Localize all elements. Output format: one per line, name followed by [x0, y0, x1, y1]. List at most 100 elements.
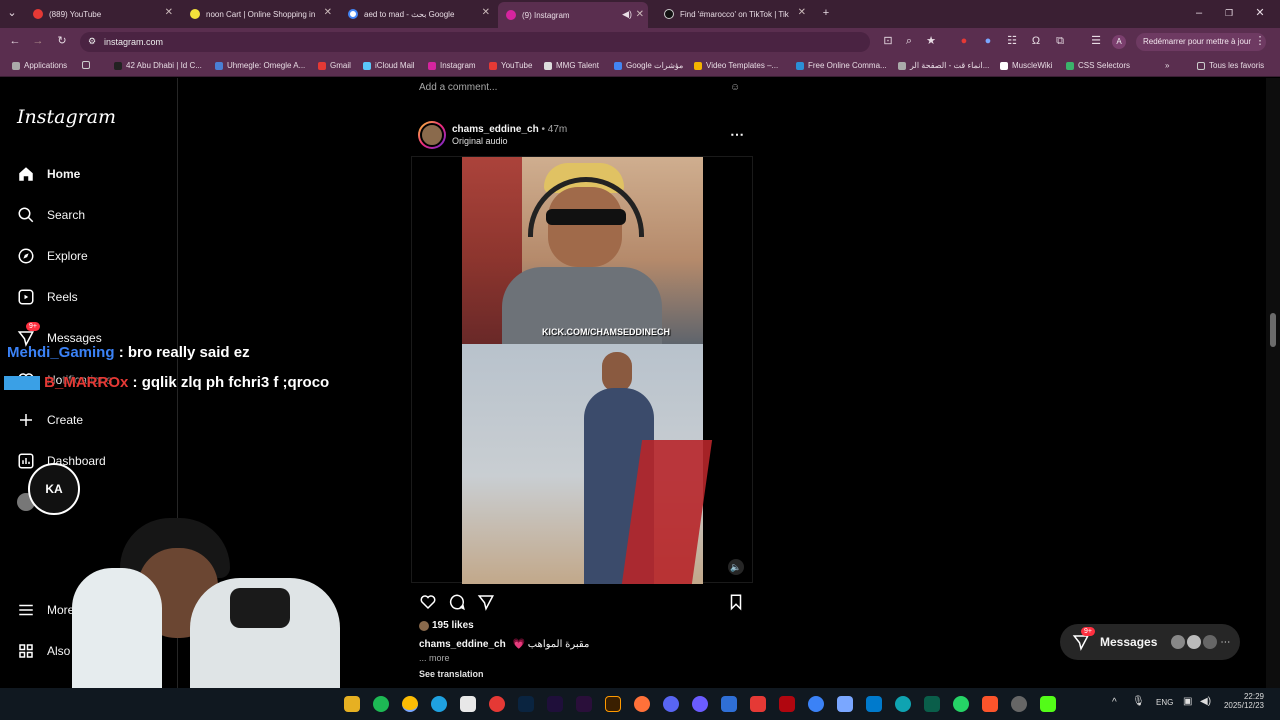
- scrollbar-thumb[interactable]: [1270, 313, 1276, 347]
- discord-icon[interactable]: [663, 696, 679, 712]
- close-icon[interactable]: ✕: [324, 7, 332, 18]
- nav-search[interactable]: Search: [17, 206, 85, 224]
- bookmark-icloud[interactable]: iCloud Mail: [363, 61, 415, 70]
- all-bookmarks[interactable]: Tous les favoris: [1197, 61, 1264, 70]
- netflix-icon[interactable]: [779, 696, 795, 712]
- kick-icon[interactable]: [1040, 696, 1056, 712]
- premiere-icon[interactable]: [576, 696, 592, 712]
- app-icon[interactable]: [1011, 696, 1027, 712]
- tray-chevron-icon[interactable]: ^: [1112, 697, 1117, 708]
- bookmark-instagram[interactable]: Instagram: [428, 61, 476, 70]
- reload-icon[interactable]: ↻: [56, 35, 68, 47]
- microphone-icon[interactable]: 🎙: [1132, 696, 1145, 707]
- address-bar[interactable]: ⚙ instagram.com: [80, 32, 870, 52]
- opera-icon[interactable]: [489, 696, 505, 712]
- emoji-icon[interactable]: ☺: [730, 82, 740, 93]
- bookmarks-overflow-icon[interactable]: »: [1165, 61, 1169, 70]
- bookmark-google-trends[interactable]: Google مؤشرات: [614, 61, 683, 70]
- app-icon[interactable]: [460, 696, 476, 712]
- after-effects-icon[interactable]: [547, 696, 563, 712]
- bookmark-musclewiki[interactable]: MuscleWiki: [1000, 61, 1052, 70]
- nav-reels[interactable]: Reels: [17, 288, 78, 306]
- bookmark-mmg-talent[interactable]: MMG Talent: [544, 61, 599, 70]
- browser-menu-icon[interactable]: ⋮: [1254, 35, 1266, 47]
- extension-record-icon[interactable]: ●: [958, 35, 970, 47]
- minimize-icon[interactable]: –: [1193, 7, 1205, 19]
- post-audio[interactable]: Original audio: [452, 136, 508, 146]
- bookmark-grid-icon[interactable]: [82, 61, 94, 69]
- post-username[interactable]: chams_eddine_ch: [452, 124, 539, 135]
- vscode-icon[interactable]: [866, 696, 882, 712]
- tab-search-icon[interactable]: ☰: [1090, 35, 1102, 47]
- extension-icon[interactable]: ☷: [1006, 35, 1018, 47]
- tab-google[interactable]: aed to mad - بحث Google ✕: [348, 4, 490, 24]
- network-icon[interactable]: ▣: [1183, 696, 1192, 707]
- back-icon[interactable]: ←: [9, 35, 21, 47]
- install-icon[interactable]: ⊡: [882, 35, 894, 47]
- volume-icon[interactable]: ◀): [1200, 696, 1211, 707]
- bookmark-arabic-page[interactable]: انماء قت - الصفحة الر...: [898, 61, 989, 70]
- clock[interactable]: 22:29 2025/12/23: [1222, 692, 1264, 710]
- extension-icon[interactable]: Ω: [1030, 35, 1042, 47]
- close-icon[interactable]: ✕: [482, 7, 490, 18]
- close-icon[interactable]: ✕: [165, 7, 173, 18]
- see-translation-link[interactable]: See translation: [419, 669, 484, 679]
- tab-tiktok[interactable]: Find '#marocco' on TikTok | Tik ✕: [664, 4, 806, 24]
- post-author-avatar[interactable]: [418, 121, 446, 149]
- mute-icon[interactable]: 🔈: [728, 559, 744, 575]
- extension-icon[interactable]: ●: [982, 35, 994, 47]
- share-icon[interactable]: [477, 593, 495, 616]
- app-icon[interactable]: [692, 696, 708, 712]
- site-info-icon[interactable]: ⚙: [88, 36, 96, 47]
- chrome-icon[interactable]: [402, 696, 418, 712]
- window-close-icon[interactable]: ✕: [1254, 7, 1266, 19]
- bookmark-42-abu-dhabi[interactable]: 42 Abu Dhabi | Id C...: [114, 61, 202, 70]
- forward-icon[interactable]: →: [32, 35, 44, 47]
- nav-explore[interactable]: Explore: [17, 247, 88, 265]
- bookmark-video-templates[interactable]: Video Templates –...: [694, 61, 778, 70]
- app-icon[interactable]: [895, 696, 911, 712]
- file-explorer-icon[interactable]: [344, 696, 360, 712]
- caption-more-link[interactable]: ... more: [419, 653, 450, 663]
- profile-avatar[interactable]: A: [1112, 35, 1126, 49]
- save-icon[interactable]: [727, 593, 745, 616]
- app-icon[interactable]: [721, 696, 737, 712]
- edge-icon[interactable]: [431, 696, 447, 712]
- post-options-icon[interactable]: ⋯: [730, 126, 744, 143]
- post-video[interactable]: KICK.COM/CHAMSEDDINECH 🔈: [411, 156, 753, 584]
- comment-icon[interactable]: [448, 593, 466, 616]
- language-indicator[interactable]: ENG: [1156, 698, 1173, 707]
- like-icon[interactable]: [419, 593, 437, 616]
- bookmark-uhmegle[interactable]: Uhmegle: Omegle A...: [215, 61, 305, 70]
- bookmark-css-selectors[interactable]: CSS Selectors: [1066, 61, 1130, 70]
- restart-update-button[interactable]: Redémarrer pour mettre à jour: [1136, 33, 1266, 51]
- photoshop-icon[interactable]: [518, 696, 534, 712]
- brave-icon[interactable]: [982, 696, 998, 712]
- close-icon[interactable]: ✕: [636, 9, 644, 20]
- caption-username[interactable]: chams_eddine_ch: [419, 639, 506, 650]
- zoom-icon[interactable]: ⌕: [903, 35, 915, 47]
- nav-home[interactable]: Home: [17, 165, 80, 183]
- spotify-icon[interactable]: [373, 696, 389, 712]
- instagram-logo[interactable]: Instagram: [17, 106, 116, 128]
- bookmark-youtube[interactable]: YouTube: [489, 61, 532, 70]
- nav-create[interactable]: Create: [17, 411, 83, 429]
- bookmark-star-icon[interactable]: ★: [925, 35, 937, 47]
- maximize-icon[interactable]: ❐: [1223, 7, 1235, 19]
- firefox-icon[interactable]: [634, 696, 650, 712]
- tab-search-icon[interactable]: ⌄: [6, 7, 18, 19]
- bookmark-applications[interactable]: Applications: [12, 61, 67, 70]
- bookmark-gmail[interactable]: Gmail: [318, 61, 351, 70]
- app-icon[interactable]: [750, 696, 766, 712]
- app-icon[interactable]: [837, 696, 853, 712]
- app-icon[interactable]: [924, 696, 940, 712]
- close-icon[interactable]: ✕: [798, 7, 806, 18]
- tab-instagram[interactable]: (9) Instagram ◀) ✕: [498, 2, 648, 28]
- previous-comment-input[interactable]: Add a comment...: [419, 82, 497, 93]
- app-icon[interactable]: [808, 696, 824, 712]
- bookmark-free-online-commands[interactable]: Free Online Comma...: [796, 61, 887, 70]
- extensions-puzzle-icon[interactable]: ⧉: [1054, 35, 1066, 47]
- tab-noon[interactable]: noon Cart | Online Shopping in ✕: [190, 4, 332, 24]
- speaker-icon[interactable]: ◀): [622, 9, 632, 20]
- messages-pill[interactable]: 9+ Messages ⋯: [1060, 624, 1240, 660]
